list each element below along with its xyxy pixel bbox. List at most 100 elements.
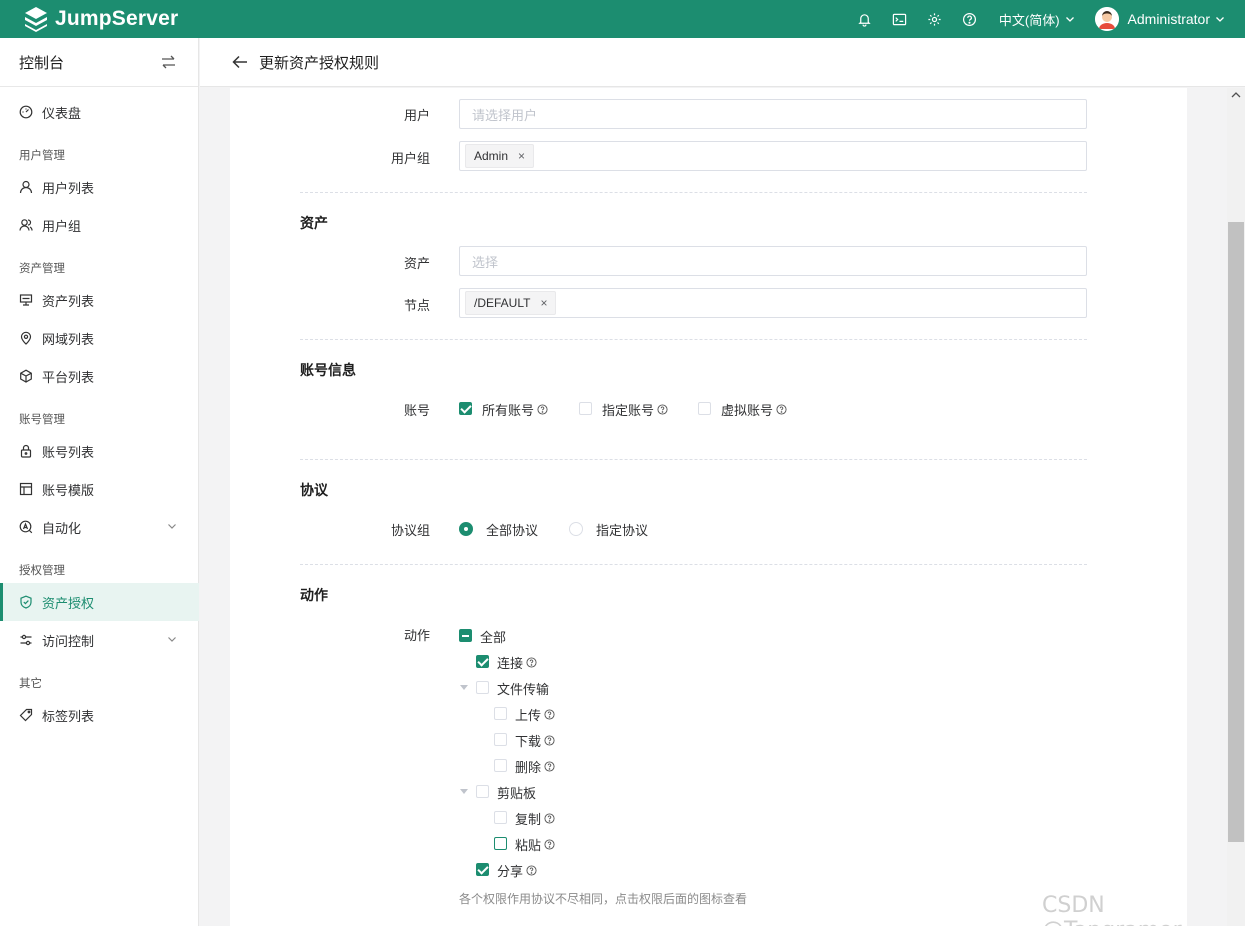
question-icon[interactable] [657, 404, 668, 415]
question-icon[interactable] [776, 404, 787, 415]
sidebar-item-asset-perm[interactable]: 资产授权 [0, 583, 199, 621]
caret-down-icon[interactable] [460, 685, 468, 690]
action-connect[interactable]: 连接 [497, 653, 537, 672]
monitor-icon [19, 293, 33, 307]
action-share[interactable]: 分享 [497, 861, 537, 880]
user-group-icon [19, 218, 33, 232]
sidebar-item-user-list[interactable]: 用户列表 [0, 168, 199, 206]
form-card: 用户 请选择用户 用户组 Admin × 资产 资产 选择 节点 /DEFAUL… [230, 88, 1187, 926]
language-selector[interactable]: 中文(简体) [999, 10, 1075, 29]
close-icon[interactable]: × [518, 149, 525, 163]
nodes-select[interactable]: /DEFAULT × [459, 288, 1087, 318]
option-specified-protocols[interactable]: 指定协议 [596, 520, 648, 539]
sidebar-item-access-control[interactable]: 访问控制 [0, 621, 199, 659]
user-groups-select[interactable]: Admin × [459, 141, 1087, 171]
question-icon[interactable] [544, 735, 555, 746]
caret-down-icon[interactable] [460, 789, 468, 794]
chevron-down-icon [168, 637, 176, 642]
option-specified-accounts[interactable]: 指定账号 [602, 400, 668, 419]
sidebar-item-label: 网域列表 [42, 331, 95, 347]
sidebar-item-platform-list[interactable]: 平台列表 [0, 357, 199, 395]
sidebar-item-user-group[interactable]: 用户组 [0, 206, 199, 244]
question-icon[interactable] [537, 404, 548, 415]
checkbox-action-clipboard[interactable] [476, 785, 489, 798]
users-select[interactable]: 请选择用户 [459, 99, 1087, 129]
back-arrow-icon[interactable] [232, 55, 248, 69]
question-icon[interactable] [544, 813, 555, 824]
sidebar-item-account-template[interactable]: 账号模版 [0, 470, 199, 508]
protocol-group-label: 协议组 [390, 523, 430, 538]
checkbox-action-download[interactable] [494, 733, 507, 746]
group-other: 其它 [19, 678, 42, 690]
lock-icon [19, 444, 33, 458]
group-account-mgmt: 账号管理 [19, 414, 65, 426]
chevron-down-icon [168, 524, 176, 529]
sidebar-item-label: 资产列表 [42, 293, 95, 309]
sidebar-title: 控制台 [19, 54, 65, 72]
logo-text: JumpServer [55, 7, 179, 30]
sidebar-item-asset-list[interactable]: 资产列表 [0, 281, 199, 319]
question-icon[interactable] [544, 709, 555, 720]
divider [300, 459, 1087, 460]
sidebar-item-dashboard[interactable]: 仪表盘 [0, 93, 199, 131]
checkbox-virtual-accounts[interactable] [698, 402, 711, 415]
watermark: CSDN @Tangramor [1042, 893, 1182, 926]
close-icon[interactable]: × [540, 296, 547, 310]
page-header: 更新资产授权规则 [200, 38, 1245, 87]
sidebar-item-automation[interactable]: 自动化 [0, 508, 199, 546]
question-icon[interactable] [526, 865, 537, 876]
tag-icon [19, 708, 33, 722]
sidebar-item-label-list[interactable]: 标签列表 [0, 696, 199, 734]
checkbox-specified-accounts[interactable] [579, 402, 592, 415]
sidebar: 控制台 仪表盘 用户管理 用户列表 用户组 资产管理 资产列表 网域列表 平台列… [0, 38, 199, 926]
sidebar-item-label: 自动化 [42, 520, 82, 536]
checkbox-action-file-transfer[interactable] [476, 681, 489, 694]
sidebar-item-account-list[interactable]: 账号列表 [0, 432, 199, 470]
checkbox-action-upload[interactable] [494, 707, 507, 720]
automation-icon [19, 520, 33, 534]
action-copy[interactable]: 复制 [515, 809, 555, 828]
sidebar-header: 控制台 [0, 38, 198, 87]
section-protocols: 协议 [300, 482, 328, 498]
question-icon[interactable] [544, 839, 555, 850]
switch-icon[interactable] [161, 55, 176, 69]
action-download[interactable]: 下载 [515, 731, 555, 750]
logo[interactable]: JumpServer [22, 5, 178, 33]
checkbox-action-all[interactable] [459, 629, 472, 642]
action-upload[interactable]: 上传 [515, 705, 555, 724]
bell-icon[interactable] [856, 10, 874, 28]
checkbox-action-copy[interactable] [494, 811, 507, 824]
user-name: Administrator [1127, 11, 1210, 27]
checkbox-action-connect[interactable] [476, 655, 489, 668]
checkbox-all-accounts[interactable] [459, 402, 472, 415]
dashboard-icon [19, 105, 33, 119]
user-menu[interactable]: Administrator [1094, 7, 1225, 31]
terminal-icon[interactable] [891, 10, 909, 28]
checkbox-action-paste[interactable] [494, 837, 507, 850]
scroll-thumb[interactable] [1228, 222, 1244, 842]
action-paste[interactable]: 粘贴 [515, 835, 555, 854]
question-icon[interactable] [544, 761, 555, 772]
help-icon[interactable] [961, 10, 979, 28]
checkbox-action-delete[interactable] [494, 759, 507, 772]
checkbox-action-share[interactable] [476, 863, 489, 876]
action-clipboard[interactable]: 剪贴板 [497, 783, 536, 802]
action-all-label[interactable]: 全部 [480, 627, 506, 646]
option-all-accounts[interactable]: 所有账号 [482, 400, 548, 419]
option-virtual-accounts[interactable]: 虚拟账号 [721, 400, 787, 419]
scroll-up-icon[interactable] [1231, 91, 1241, 99]
section-actions: 动作 [300, 587, 328, 603]
section-assets: 资产 [300, 215, 328, 231]
question-icon[interactable] [526, 657, 537, 668]
action-delete[interactable]: 删除 [515, 757, 555, 776]
assets-select[interactable]: 选择 [459, 246, 1087, 276]
option-all-protocols[interactable]: 全部协议 [486, 520, 538, 539]
action-file-transfer[interactable]: 文件传输 [497, 679, 549, 698]
template-icon [19, 482, 33, 496]
radio-all-protocols[interactable] [459, 522, 473, 536]
gear-icon[interactable] [926, 10, 944, 28]
group-perm-mgmt: 授权管理 [19, 565, 65, 577]
radio-specified-protocols[interactable] [569, 522, 583, 536]
scrollbar[interactable] [1227, 88, 1245, 926]
sidebar-item-zone-list[interactable]: 网域列表 [0, 319, 199, 357]
